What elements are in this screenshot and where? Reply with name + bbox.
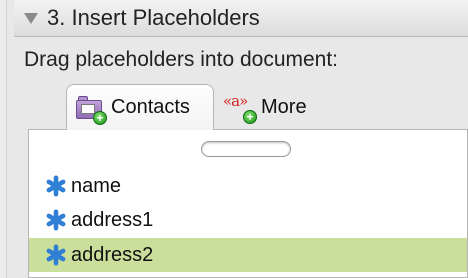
tab-label-more: More	[261, 95, 307, 118]
list-item-address2-selected[interactable]: address2	[29, 238, 467, 272]
left-border	[0, 0, 7, 278]
search-field[interactable]	[201, 141, 291, 157]
contacts-folder-icon: +	[75, 93, 107, 125]
asterisk-icon	[46, 209, 66, 231]
section-title: 3. Insert Placeholders	[47, 5, 260, 30]
placeholder-label: address1	[71, 208, 154, 231]
insert-placeholders-panel: Drag placeholders into document: + Conta…	[14, 37, 468, 278]
tab-contacts[interactable]: + Contacts	[66, 84, 214, 130]
quote-placeholder-icon: «a» +	[223, 92, 257, 124]
instructions-label: Drag placeholders into document:	[24, 48, 339, 71]
section-header-insert-placeholders[interactable]: 3. Insert Placeholders	[14, 0, 468, 37]
disclosure-triangle-icon[interactable]	[24, 12, 38, 24]
asterisk-icon	[46, 175, 66, 197]
placeholder-label: address2	[71, 243, 154, 266]
placeholder-list: name address1 address2	[28, 129, 468, 278]
placeholders-panel-window: 3. Insert Placeholders Drag placeholders…	[0, 0, 468, 278]
asterisk-icon	[46, 244, 66, 266]
list-item-name[interactable]: name	[29, 169, 467, 203]
tab-label-contacts: Contacts	[111, 96, 190, 118]
list-item-address1[interactable]: address1	[29, 203, 467, 237]
placeholder-label: name	[71, 174, 122, 197]
tab-more[interactable]: «a» + More	[217, 84, 325, 130]
